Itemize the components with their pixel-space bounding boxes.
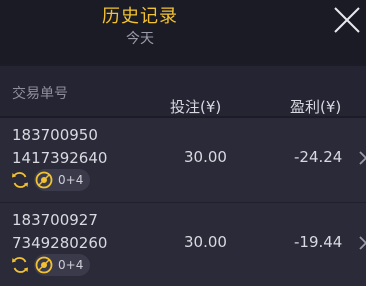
table-row[interactable]: 183700950 1417392640 0+4 30.00 -24.24 — [0, 118, 366, 202]
order-id-line2: 1417392640 — [12, 149, 108, 167]
order-id-line1: 183700950 — [12, 126, 98, 144]
refresh-icon — [12, 257, 28, 273]
table-header: 交易单号 投注(¥) 盈利(¥) — [0, 66, 366, 116]
column-header-bet: 投注(¥) — [170, 98, 222, 116]
bet-amount: 30.00 — [184, 233, 227, 251]
ball-icon — [35, 256, 53, 274]
tag-count: 0+4 — [58, 258, 84, 272]
ball-icon — [35, 171, 53, 189]
order-id: 183700950 1417392640 — [12, 124, 162, 170]
page-title: 历史记录 — [102, 6, 178, 27]
order-id-line2: 7349280260 — [12, 234, 108, 252]
profit-amount: -19.44 — [294, 233, 343, 251]
tag-count: 0+4 — [58, 173, 84, 187]
history-page: 历史记录 今天 交易单号 投注(¥) 盈利(¥) 183700950 14173… — [0, 0, 366, 286]
column-header-profit: 盈利(¥) — [290, 98, 342, 116]
order-id-line1: 183700927 — [12, 211, 98, 229]
profit-amount: -24.24 — [294, 148, 343, 166]
close-icon[interactable] — [332, 5, 362, 35]
tag-group: 0+4 — [10, 169, 90, 191]
chevron-right-icon[interactable] — [358, 148, 366, 168]
header: 历史记录 今天 — [0, 0, 366, 64]
bet-amount: 30.00 — [184, 148, 227, 166]
chevron-right-icon[interactable] — [358, 233, 366, 253]
tag-group: 0+4 — [10, 254, 90, 276]
table-row[interactable]: 183700927 7349280260 0+4 30.00 -19.44 — [0, 202, 366, 286]
order-id: 183700927 7349280260 — [12, 209, 162, 255]
date-filter[interactable]: 今天 — [0, 28, 280, 48]
refresh-icon — [12, 172, 28, 188]
column-header-order-id: 交易单号 — [12, 86, 68, 102]
